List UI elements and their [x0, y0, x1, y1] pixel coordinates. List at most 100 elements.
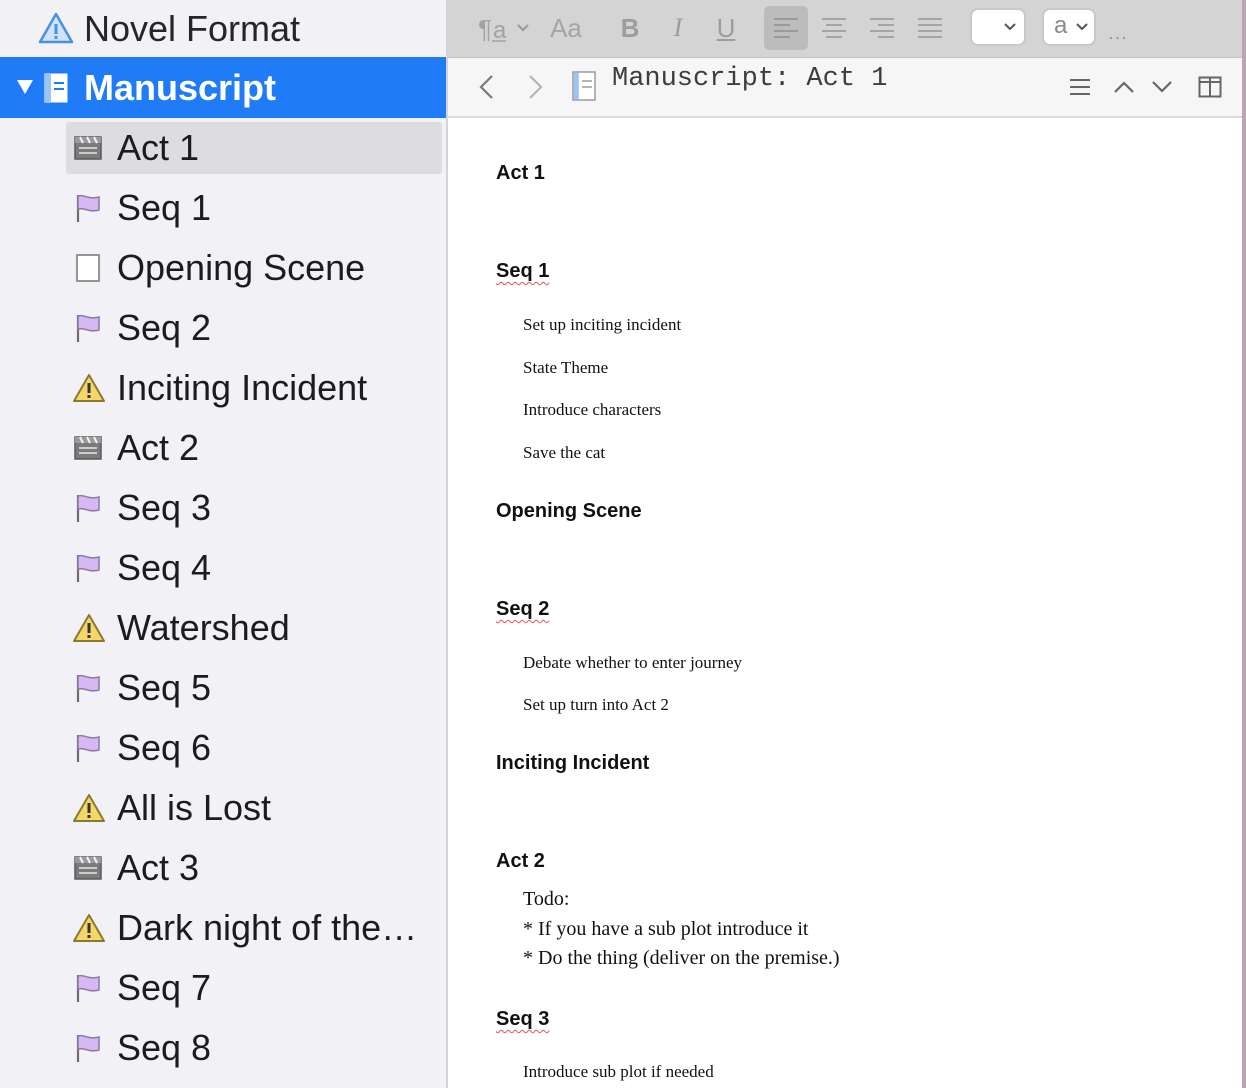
format-bar: ¶ a Aa B I U a ...: [448, 0, 1246, 58]
heading-inciting-incident: Inciting Incident: [496, 752, 650, 774]
next-document-button[interactable]: [1142, 67, 1182, 107]
binder-item-inciting-incident[interactable]: Inciting Incident: [0, 358, 446, 418]
text-line: Debate whether to enter journey: [523, 653, 743, 672]
bold-glyph: B: [620, 12, 640, 43]
binder-item-act-3[interactable]: Act 3: [0, 838, 446, 898]
justify-icon: [918, 18, 942, 38]
editor-pane[interactable]: [448, 118, 1242, 1088]
binder-manuscript-row[interactable]: Manuscript: [0, 57, 446, 118]
flag-icon: [72, 192, 104, 224]
underline-button[interactable]: U: [710, 6, 742, 50]
chevron-up-icon: [1114, 81, 1134, 93]
binder-root-label: Novel Format: [84, 8, 301, 49]
text-line: Introduce characters: [523, 400, 662, 419]
chevron-down-icon: [1076, 23, 1088, 31]
warning-icon: [72, 372, 105, 404]
svg-text:a: a: [493, 17, 507, 43]
split-editor-button[interactable]: [1190, 67, 1230, 107]
align-center-button[interactable]: [814, 6, 854, 50]
font-size-glyph: Aa: [550, 12, 582, 43]
warning-info-icon: [38, 12, 74, 44]
binder-item-seq-3[interactable]: Seq 3: [0, 478, 446, 538]
paragraph-style-button[interactable]: ¶ a: [476, 6, 534, 50]
binder-item-seq-7[interactable]: Seq 7: [0, 958, 446, 1018]
heading-act-1: Act 1: [496, 162, 545, 184]
more-options-button[interactable]: ...: [1104, 18, 1132, 48]
binder-item-label: Inciting Incident: [117, 367, 368, 408]
align-left-button[interactable]: [764, 6, 808, 50]
binder-item-seq-8[interactable]: Seq 8: [0, 1018, 446, 1078]
binder-item-act-1[interactable]: Act 1: [0, 118, 446, 178]
binder-item-label: Seq 5: [117, 667, 212, 708]
chevron-right-icon: [529, 75, 543, 99]
flag-icon: [72, 972, 104, 1004]
align-right-icon: [870, 18, 894, 38]
flag-icon: [72, 552, 104, 584]
line-spacing-popup[interactable]: [970, 8, 1026, 46]
binder-item-watershed[interactable]: Watershed: [0, 598, 446, 658]
bold-button[interactable]: B: [614, 6, 646, 50]
text-line: Set up turn into Act 2: [523, 695, 669, 714]
svg-text:¶: ¶: [478, 14, 492, 43]
justify-button[interactable]: [910, 6, 950, 50]
text-line: Todo:: [523, 888, 570, 910]
heading-seq-2-text: Seq 2: [496, 598, 550, 620]
binder-item-label: Seq 3: [117, 487, 212, 528]
disclosure-triangle-icon[interactable]: [16, 79, 34, 100]
heading-opening-scene: Opening Scene: [496, 500, 642, 522]
binder-item-seq-1[interactable]: Seq 1: [0, 178, 446, 238]
binder-item-seq-4[interactable]: Seq 4: [0, 538, 446, 598]
binder-item-label: Act 2: [117, 427, 200, 468]
binder-root-row[interactable]: Novel Format: [0, 0, 446, 57]
binder-item-seq-6[interactable]: Seq 6: [0, 718, 446, 778]
clapperboard-icon: [72, 432, 104, 464]
binder-item-opening-scene[interactable]: Opening Scene: [0, 238, 446, 298]
blank-page-icon: [72, 252, 104, 284]
text-color-popup[interactable]: a: [1042, 8, 1096, 46]
warning-icon: [72, 792, 105, 824]
text-line: Introduce sub plot if needed: [523, 1062, 714, 1081]
forward-button[interactable]: [516, 67, 556, 107]
binder-item-label: Seq 4: [117, 547, 212, 588]
back-button[interactable]: [466, 67, 506, 107]
heading-seq-3-text: Seq 3: [496, 1008, 550, 1030]
text-line: * Do the thing (deliver on the premise.): [523, 947, 840, 969]
chevron-left-icon: [479, 75, 493, 99]
binder-item-label: Watershed: [117, 607, 290, 648]
text-line: Save the cat: [523, 443, 606, 462]
manuscript-label: Manuscript: [84, 67, 277, 108]
binder-item-seq-5[interactable]: Seq 5: [0, 658, 446, 718]
hamburger-icon: [1070, 79, 1090, 95]
heading-seq-1-text: Seq 1: [496, 260, 550, 282]
binder-item-label: Opening Scene: [117, 247, 366, 288]
clapperboard-icon: [72, 132, 104, 164]
flag-icon: [72, 312, 104, 344]
chevron-down-icon: [1152, 81, 1172, 93]
binder-item-all-is-lost[interactable]: All is Lost: [0, 778, 446, 838]
binder-item-dark-night-of-the[interactable]: Dark night of the…: [0, 898, 446, 958]
flag-icon: [72, 492, 104, 524]
binder-item-label: Seq 2: [117, 307, 212, 348]
font-size-button[interactable]: Aa: [546, 6, 586, 50]
chevron-down-icon: [1004, 23, 1016, 31]
window-edge: [1242, 0, 1246, 1088]
binder-item-label: Seq 6: [117, 727, 212, 768]
align-right-button[interactable]: [862, 6, 902, 50]
binder-sidebar: Novel Format Manuscript Act 1 Seq 1 Openin…: [0, 0, 448, 1088]
heading-act-2: Act 2: [496, 850, 545, 872]
binder-item-seq-2[interactable]: Seq 2: [0, 298, 446, 358]
binder-item-label: Dark night of the…: [117, 907, 418, 948]
align-left-icon: [774, 18, 798, 38]
binder-item-label: Seq 1: [117, 187, 212, 228]
text-line: State Theme: [523, 358, 609, 377]
previous-document-button[interactable]: [1104, 67, 1144, 107]
manuscript-document-icon: [44, 73, 68, 108]
text-color-glyph: a: [1054, 12, 1068, 39]
header-menu-button[interactable]: [1060, 67, 1100, 107]
binder-item-act-2[interactable]: Act 2: [0, 418, 446, 478]
italic-button[interactable]: I: [664, 6, 692, 50]
flag-icon: [72, 732, 104, 764]
warning-icon: [72, 612, 105, 644]
italic-glyph: I: [673, 13, 683, 42]
align-center-icon: [822, 18, 846, 38]
